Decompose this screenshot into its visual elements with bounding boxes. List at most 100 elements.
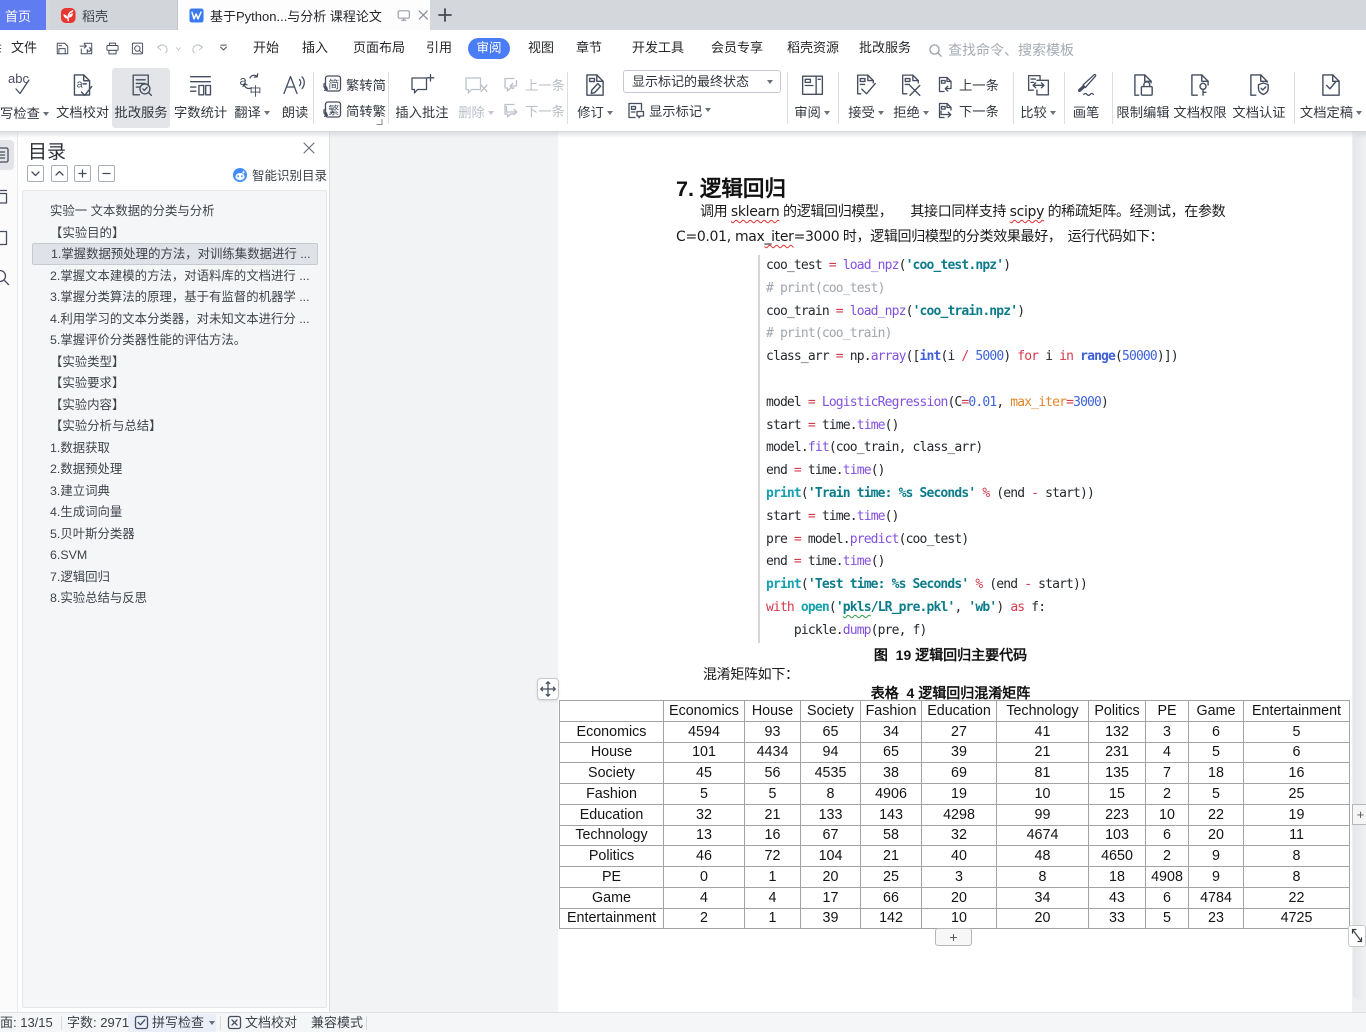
table-cell[interactable]: 4 [1145,741,1189,764]
collapse-all-button[interactable] [51,165,68,182]
next-comment-button[interactable]: 下一条 [502,97,565,123]
toc-item[interactable]: 8.实验总结与反思 [32,587,318,609]
table-cell[interactable]: 4906 [860,783,922,805]
table-cell[interactable]: 34 [860,720,922,743]
doc-finalize-button[interactable]: 文档定稿 [1298,68,1364,128]
tab-home[interactable]: 首页 [0,0,46,30]
table-cell[interactable]: 39 [800,907,861,930]
table-cell[interactable]: Game [559,886,664,909]
table-cell[interactable]: 19 [921,783,997,805]
scrollbar-thumb[interactable] [1353,134,1365,1000]
table-cell[interactable]: 10 [921,907,997,930]
table-cell[interactable]: 25 [860,866,922,888]
menu-member[interactable]: 会员专享 [705,37,769,59]
table-cell[interactable]: 5 [1188,741,1244,764]
table-cell[interactable]: 132 [1088,720,1146,743]
table-cell[interactable]: 18 [1088,866,1146,888]
smart-catalog-button[interactable]: 智能识别目录 [232,165,327,184]
undo-icon[interactable] [155,41,170,56]
table-cell[interactable]: 8 [996,866,1089,888]
tab-document[interactable]: 基于Python...与分析 课程论文 [178,0,430,30]
table-cell[interactable]: 103 [1088,824,1146,847]
toc-item[interactable]: 1.掌握数据预处理的方法，对训练集数据进行 ... [32,243,318,265]
print-icon[interactable] [105,41,120,56]
table-cell[interactable]: Fashion [860,700,922,722]
table-cell[interactable]: 93 [744,720,801,743]
table-cell[interactable]: 65 [860,741,922,764]
brush-button[interactable]: 画笔 [1068,68,1104,128]
command-search-input[interactable]: 查找命令、搜索模板 [928,40,1074,60]
expand-all-button[interactable] [27,165,44,182]
table-cell[interactable] [559,700,664,722]
zoom-in-button[interactable] [74,165,91,182]
menu-view[interactable]: 视图 [524,37,558,59]
tab-docer[interactable]: 稻壳 [50,0,178,30]
toc-item[interactable]: 【实验要求】 [32,372,318,394]
toc-item[interactable]: 4.利用学习的文本分类器，对未知文本进行分 ... [32,308,318,330]
word-count-button[interactable]: 字数统计 [174,68,227,128]
table-cell[interactable]: 4594 [663,720,745,743]
doc-certify-button[interactable]: 文档认证 [1230,68,1288,128]
zoom-out-button[interactable] [98,165,115,182]
table-resize-handle[interactable] [1348,925,1366,947]
table-cell[interactable]: 32 [663,803,745,826]
table-cell[interactable]: 4674 [996,824,1089,847]
table-cell[interactable]: 5 [663,783,745,805]
table-cell[interactable]: 5 [744,783,801,805]
table-cell[interactable]: 4908 [1145,866,1189,888]
table-cell[interactable]: 22 [1243,886,1350,909]
table-cell[interactable]: 65 [800,720,861,743]
prev-revision-button[interactable]: 上一条 [936,71,999,97]
table-cell[interactable]: 67 [800,824,861,847]
table-cell[interactable]: 46 [663,845,745,867]
table-cell[interactable]: 2 [1145,783,1189,805]
table-cell[interactable]: 13 [663,824,745,847]
table-cell[interactable]: 32 [921,824,997,847]
table-cell[interactable]: 4535 [800,762,861,784]
table-cell[interactable]: 2 [663,907,745,930]
table-cell[interactable]: 4 [744,886,801,909]
table-cell[interactable]: 223 [1088,803,1146,826]
table-cell[interactable]: 3 [921,866,997,888]
toc-item[interactable]: 2.数据预处理 [32,458,318,480]
toc-item[interactable]: 2.掌握文本建模的方法，对语料库的文档进行 ... [32,265,318,287]
undo-dropdown-caret[interactable] [175,41,182,56]
bookmark-pane-icon[interactable] [0,188,9,206]
table-cell[interactable]: 4434 [744,741,801,764]
toc-item[interactable]: 【实验分析与总结】 [32,415,318,437]
table-cell[interactable]: 5 [1188,783,1244,805]
prev-comment-button[interactable]: 上一条 [502,71,565,97]
table-cell[interactable]: 99 [996,803,1089,826]
table-cell[interactable]: 40 [921,845,997,867]
table-cell[interactable]: 101 [663,741,745,764]
table-cell[interactable]: 4725 [1243,907,1350,930]
table-cell[interactable]: 22 [1188,803,1244,826]
table-cell[interactable]: Society [800,700,861,722]
table-cell[interactable]: 20 [996,907,1089,930]
table-cell[interactable]: House [559,741,664,764]
table-cell[interactable]: 19 [1243,803,1350,826]
table-cell[interactable]: 142 [860,907,922,930]
table-cell[interactable]: 20 [1188,824,1244,847]
table-cell[interactable]: 3 [1145,720,1189,743]
table-cell[interactable]: Entertainment [559,907,664,930]
toc-item[interactable]: 7.逻辑回归 [32,566,318,588]
toc-item[interactable]: 1.数据获取 [32,437,318,459]
toc-item[interactable]: 5.贝叶斯分类器 [32,523,318,545]
menu-start[interactable]: 开始 [249,37,283,59]
table-cell[interactable]: 25 [1243,783,1350,805]
compare-button[interactable]: 比较 [1016,68,1060,128]
vertical-scrollbar[interactable] [1352,132,1366,1012]
table-cell[interactable]: Education [559,803,664,826]
table-move-handle[interactable] [537,678,559,700]
toc-item[interactable]: 【实验目的】 [32,222,318,244]
menu-reference[interactable]: 引用 [422,37,456,59]
redo-icon[interactable] [190,41,205,56]
table-cell[interactable]: 72 [744,845,801,867]
table-cell[interactable]: Economics [559,720,664,743]
menu-review[interactable]: 审阅 [468,38,510,59]
doc-proof-status[interactable]: 文档校对 [245,1013,297,1032]
table-cell[interactable]: 20 [800,866,861,888]
table-cell[interactable]: Politics [559,845,664,867]
table-cell[interactable]: 4298 [921,803,997,826]
